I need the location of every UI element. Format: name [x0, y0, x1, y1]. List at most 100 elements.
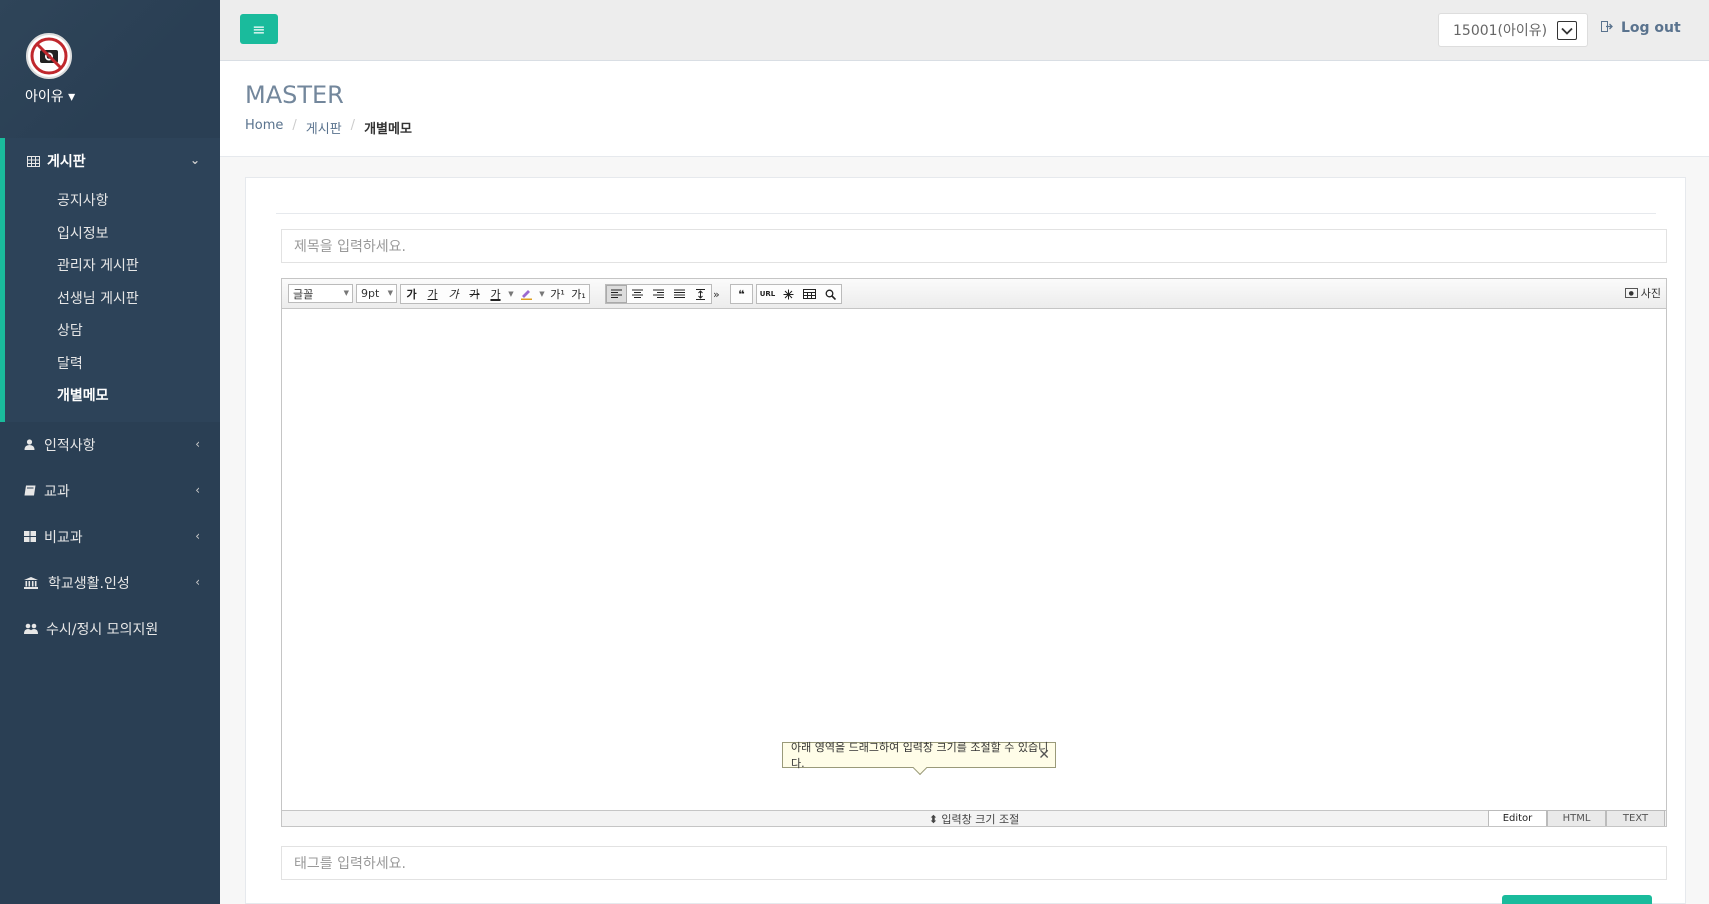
font-size-value: 9pt: [361, 287, 380, 300]
highlighter-icon: [521, 290, 532, 300]
sidebar-subitem-admin-board[interactable]: 관리자 게시판: [5, 249, 220, 282]
resize-tooltip: 아래 영역을 드래그하여 입력창 크기를 조절할 수 있습니다. ✕: [782, 741, 1056, 776]
sidebar-subitem-teacher-board[interactable]: 선생님 게시판: [5, 282, 220, 315]
sidebar-item-personal[interactable]: 인적사항 ‹: [0, 422, 220, 468]
sidebar-nav: 게시판 ⌄ 공지사항 입시정보 관리자 게시판 선생님 게시판 상담 달력 개별…: [0, 138, 220, 652]
underline-button[interactable]: 가: [422, 285, 443, 303]
hamburger-icon: ≡: [252, 19, 266, 39]
sidebar-item-school-life[interactable]: 학교생활.인성 ‹: [0, 560, 220, 606]
align-left-icon: [611, 289, 622, 298]
title-placeholder: 제목을 입력하세요.: [294, 239, 406, 255]
sidebar-group-board: 게시판 ⌄ 공지사항 입시정보 관리자 게시판 선생님 게시판 상담 달력 개별…: [0, 138, 220, 422]
insert-group: URL: [756, 284, 842, 304]
special-char-button[interactable]: [778, 285, 799, 303]
sign-out-icon: [1601, 20, 1613, 36]
sidebar-item-board[interactable]: 게시판 ⌄: [5, 138, 220, 184]
table-button[interactable]: [799, 285, 820, 303]
title-input[interactable]: 제목을 입력하세요.: [281, 229, 1667, 263]
font-color-dropdown-icon[interactable]: ▼: [506, 285, 516, 303]
sidebar-subitem-notice[interactable]: 공지사항: [5, 184, 220, 217]
tab-text[interactable]: TEXT: [1606, 810, 1665, 826]
submit-button[interactable]: [1502, 895, 1652, 904]
tag-input[interactable]: 태그를 입력하세요.: [281, 846, 1667, 880]
sidebar: 아이유 ▾ 게시판 ⌄ 공지사항 입시정보 관리자 게시판 선생님 게시판 상담…: [0, 0, 220, 904]
tab-html[interactable]: HTML: [1547, 810, 1606, 826]
breadcrumb-current: 개별메모: [364, 122, 412, 137]
more-tools-button[interactable]: »: [713, 284, 720, 304]
highlight-button[interactable]: [516, 285, 537, 303]
bank-icon: [24, 576, 44, 589]
avatar[interactable]: [26, 33, 72, 79]
sidebar-item-subjects[interactable]: 교과 ‹: [0, 468, 220, 514]
sidebar-item-label: 비교과: [44, 529, 83, 546]
line-height-button[interactable]: [690, 285, 711, 303]
table-icon: [27, 155, 47, 167]
link-button[interactable]: URL: [757, 285, 778, 303]
profile-section: 아이유 ▾: [0, 0, 220, 138]
text-format-group: 가 가 가 가 가 ▼ ▼ 가¹ 가₁: [400, 284, 590, 304]
sidebar-subitem-counseling[interactable]: 상담: [5, 314, 220, 347]
logout-label: Log out: [1621, 20, 1681, 36]
board-submenu: 공지사항 입시정보 관리자 게시판 선생님 게시판 상담 달력 개별메모: [5, 184, 220, 412]
align-center-button[interactable]: [627, 285, 648, 303]
special-char-icon: [783, 289, 794, 299]
top-navbar: ≡ 15001(아이유) Log out: [220, 0, 1709, 61]
chevron-left-icon: ‹: [195, 528, 200, 543]
book-icon: [24, 485, 44, 496]
breadcrumb-board[interactable]: 게시판: [306, 118, 342, 137]
photo-icon: ●: [1624, 288, 1638, 298]
resize-label: ⬍ 입력창 크기 조절: [928, 812, 1020, 826]
font-size-select[interactable]: 9pt ▼: [356, 284, 397, 303]
subscript-button[interactable]: 가₁: [568, 285, 589, 303]
line-height-icon: [696, 288, 705, 300]
align-left-button[interactable]: [606, 285, 627, 303]
logout-link[interactable]: Log out: [1601, 20, 1681, 36]
font-family-select[interactable]: 글꼴 ▼: [288, 284, 353, 303]
sidebar-subitem-calendar[interactable]: 달력: [5, 347, 220, 380]
no-camera-icon: [30, 37, 68, 75]
tag-placeholder: 태그를 입력하세요.: [294, 856, 406, 872]
breadcrumb-separator: /: [350, 118, 356, 133]
sidebar-subitem-admission-info[interactable]: 입시정보: [5, 217, 220, 250]
sidebar-item-extracurricular[interactable]: 비교과 ‹: [0, 514, 220, 560]
font-color-button[interactable]: 가: [485, 285, 506, 303]
editor-resize-handle[interactable]: ⬍ 입력창 크기 조절: [282, 810, 1666, 826]
align-right-icon: [653, 289, 664, 298]
chevron-down-icon[interactable]: [1557, 21, 1577, 40]
highlight-dropdown-icon[interactable]: ▼: [537, 285, 547, 303]
sidebar-item-label: 수시/정시 모의지원: [46, 621, 159, 638]
menu-toggle-button[interactable]: ≡: [240, 14, 278, 44]
chevron-left-icon: ‹: [195, 436, 200, 451]
chevron-left-icon: ‹: [195, 482, 200, 497]
search-icon: [825, 289, 836, 300]
bold-button[interactable]: 가: [401, 285, 422, 303]
align-right-button[interactable]: [648, 285, 669, 303]
rich-text-editor: 글꼴 ▼ 9pt ▼ 가 가 가 가 가 ▼ ▼ 가¹ 가₁ » ❝ URL ●…: [281, 278, 1667, 827]
breadcrumb-home[interactable]: Home: [245, 118, 283, 137]
breadcrumb: Home / 게시판 / 개별메모: [245, 118, 412, 137]
font-family-value: 글꼴: [293, 287, 314, 301]
user-icon: [24, 439, 44, 450]
sidebar-item-mock-application[interactable]: 수시/정시 모의지원: [0, 606, 220, 652]
strikethrough-button[interactable]: 가: [464, 285, 485, 303]
close-icon[interactable]: ✕: [1038, 747, 1050, 763]
find-replace-button[interactable]: [820, 285, 841, 303]
editor-mode-tabs: Editor HTML TEXT: [1488, 810, 1665, 826]
superscript-button[interactable]: 가¹: [547, 285, 568, 303]
breadcrumb-separator: /: [292, 118, 297, 133]
align-center-icon: [632, 289, 643, 298]
tab-editor[interactable]: Editor: [1488, 810, 1547, 826]
photo-label: 사진: [1640, 287, 1661, 300]
users-icon: [24, 623, 44, 634]
photo-attach-button[interactable]: ● 사진: [1624, 285, 1661, 301]
grid-icon: [24, 531, 44, 542]
blockquote-button[interactable]: ❝: [731, 285, 752, 303]
chevron-down-icon: ▼: [387, 289, 393, 297]
user-select-value: 15001(아이유): [1453, 23, 1548, 39]
user-select[interactable]: 15001(아이유): [1438, 13, 1588, 47]
double-chevron-right-icon: »: [713, 287, 720, 301]
sidebar-subitem-memo[interactable]: 개별메모: [5, 379, 220, 412]
profile-name[interactable]: 아이유 ▾: [25, 86, 75, 106]
italic-button[interactable]: 가: [443, 285, 464, 303]
align-justify-button[interactable]: [669, 285, 690, 303]
